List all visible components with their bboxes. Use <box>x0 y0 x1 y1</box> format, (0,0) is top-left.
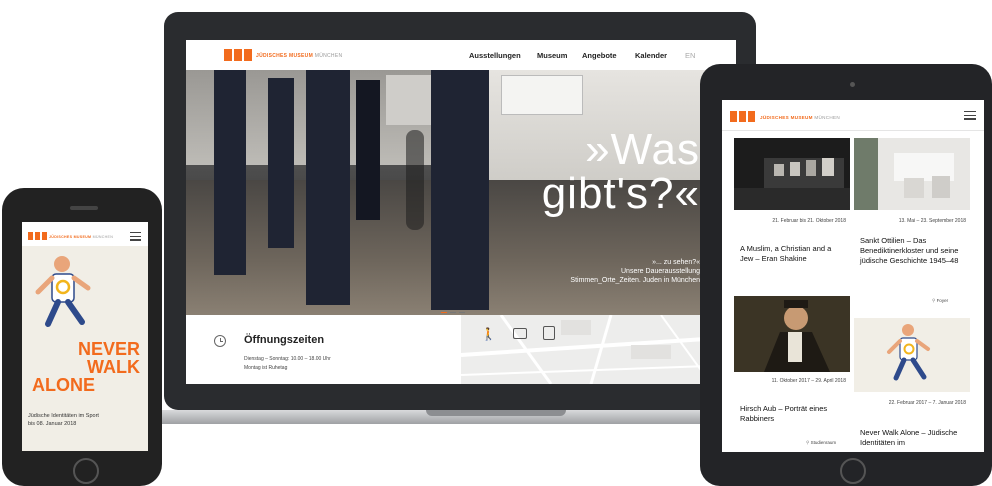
home-button[interactable] <box>840 458 866 484</box>
exhibition-card[interactable]: 13. Mai – 23. September 2018 Sankt Ottil… <box>854 138 970 310</box>
card-date: 13. Mai – 23. September 2018 <box>898 218 966 224</box>
hero-title: »Was gibt's?« <box>541 125 700 218</box>
walk-icon[interactable]: 🚶 <box>481 327 496 341</box>
nav-ausstellungen[interactable]: Ausstellungen <box>469 51 521 60</box>
exhibit-pillar <box>431 70 489 310</box>
card-image <box>734 138 850 210</box>
museum-logo[interactable] <box>28 232 47 240</box>
exhibition-card[interactable]: 22. Februar 2017 – 7. Januar 2018 Never … <box>854 318 970 452</box>
visitor-silhouette <box>406 130 424 230</box>
exhibit-pillar <box>214 70 246 275</box>
desktop-screen: JÜDISCHES MUSEUM MÜNCHEN Ausstellungen M… <box>186 40 736 384</box>
hero-image: »Was gibt's?« »... zu sehen?« Unsere Dau… <box>186 70 736 315</box>
tram-icon[interactable] <box>543 326 555 340</box>
logo-wordmark: JÜDISCHES MUSEUM MÜNCHEN <box>760 115 840 120</box>
card-date: 21. Februar bis 21. Oktober 2018 <box>772 218 846 224</box>
nav-angebote[interactable]: Angebote <box>582 51 617 60</box>
runner-illustration <box>35 256 91 327</box>
location-map[interactable]: 🚶 <box>461 315 736 384</box>
museum-logo[interactable] <box>224 49 252 61</box>
location-pin-icon: ⚲ <box>932 298 936 303</box>
logo-wordmark: JÜDISCHES MUSEUM MÜNCHEN <box>49 235 114 239</box>
menu-icon[interactable] <box>964 111 976 122</box>
card-location: ⚲ Foyer <box>932 298 949 303</box>
card-date: 11. Oktober 2017 – 29. April 2018 <box>771 378 846 384</box>
location-pin-icon: ⚲ <box>806 440 810 445</box>
tablet-camera <box>850 82 855 87</box>
card-location: ⚲ Studienraum <box>806 440 837 445</box>
exhibit-pillar <box>268 78 294 248</box>
card-title: A Muslim, a Christian and a Jew – Eran S… <box>740 244 832 263</box>
street-map <box>461 315 736 384</box>
card-title: Sankt Ottilien – Das Benediktinerkloster… <box>860 236 959 265</box>
exhibition-title: NEVER WALK ALONE <box>32 339 140 395</box>
exhibit-pillar <box>306 70 350 305</box>
exhibition-card[interactable]: 21. Februar bis 21. Oktober 2018 A Musli… <box>734 138 850 288</box>
home-button[interactable] <box>73 458 99 484</box>
phone-speaker <box>70 206 98 210</box>
logo-wordmark: JÜDISCHES MUSEUM MÜNCHEN <box>256 53 343 59</box>
exhibit-pillar <box>356 80 380 220</box>
opening-hours-panel: Öffnungszeiten Dienstag – Sonntag: 10.00… <box>186 315 461 384</box>
runner-illustration <box>887 324 930 381</box>
header-divider <box>722 130 984 131</box>
exhibition-subtitle: Jüdische Identitäten im Sport bis 08. Ja… <box>28 413 99 427</box>
hero-slider-dots[interactable] <box>441 300 468 315</box>
card-image <box>734 296 850 372</box>
nav-museum[interactable]: Museum <box>537 51 567 60</box>
card-title: Never Walk Alone – Jüdische Identitäten … <box>860 428 958 447</box>
laptop-notch <box>426 410 566 416</box>
card-image <box>854 138 970 210</box>
opening-hours-line: Dienstag – Sonntag: 10.00 – 18.00 Uhr <box>244 356 331 362</box>
menu-icon[interactable] <box>130 232 141 243</box>
phone-screen: JÜDISCHES MUSEUM MÜNCHEN NEVER WALK ALON… <box>22 222 148 451</box>
opening-hours-title: Öffnungszeiten <box>244 334 325 346</box>
tablet-screen: JÜDISCHES MUSEUM MÜNCHEN 21. Februar bis… <box>722 100 984 452</box>
car-icon[interactable] <box>513 328 527 339</box>
opening-hours-line: Montag ist Ruhetag <box>244 365 288 371</box>
desktop-nav: JÜDISCHES MUSEUM MÜNCHEN Ausstellungen M… <box>186 40 736 71</box>
clock-icon <box>214 335 226 347</box>
hero-subtitle: »... zu sehen?« Unsere Dauerausstellung … <box>570 259 700 284</box>
card-title: Hirsch Aub – Porträt eines Rabbiners <box>740 404 828 423</box>
nav-language-en[interactable]: EN <box>685 51 695 60</box>
card-date: 22. Februar 2017 – 7. Januar 2018 <box>888 400 966 406</box>
nav-kalender[interactable]: Kalender <box>635 51 667 60</box>
exhibition-card[interactable]: 11. Oktober 2017 – 29. April 2018 Hirsch… <box>734 296 850 452</box>
museum-logo[interactable] <box>730 111 755 122</box>
photo-panel <box>501 75 583 115</box>
